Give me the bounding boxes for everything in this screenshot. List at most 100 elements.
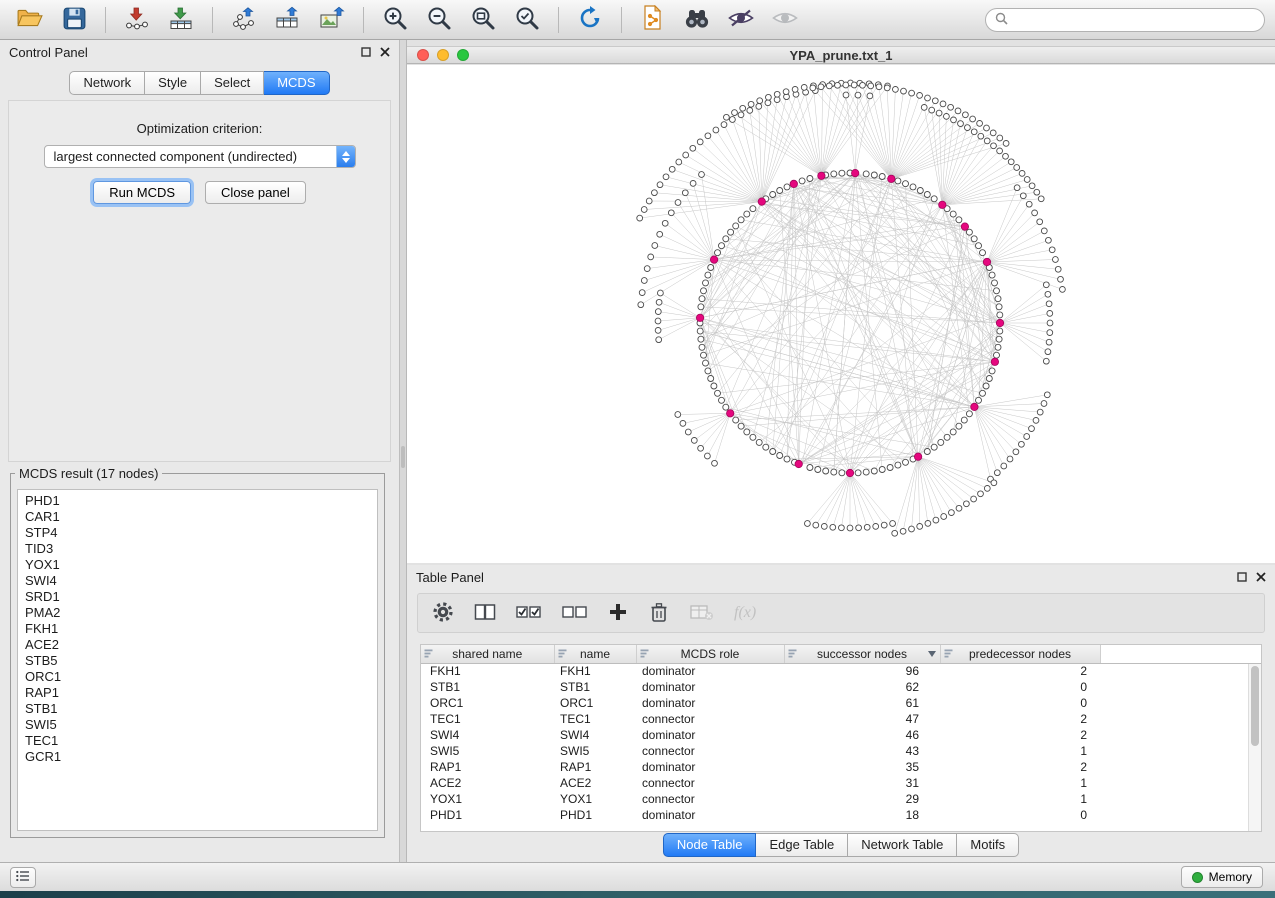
mcds-result-item[interactable]: RAP1 — [25, 685, 370, 701]
mcds-result-item[interactable]: ORC1 — [25, 669, 370, 685]
close-panel-button[interactable]: Close panel — [205, 181, 306, 204]
deselect-all-button[interactable] — [562, 598, 588, 628]
table-scrollbar[interactable] — [1248, 664, 1261, 831]
tab-style[interactable]: Style — [145, 71, 201, 95]
mcds-result-item[interactable]: GCR1 — [25, 749, 370, 765]
function-builder-button[interactable]: f(x) — [734, 598, 756, 628]
control-panel: Control Panel NetworkStyleSelectMCDS Opt… — [0, 40, 400, 862]
criterion-select[interactable]: largest connected component (undirected) — [44, 145, 356, 168]
mcds-result-item[interactable]: PHD1 — [25, 493, 370, 509]
mcds-result-item[interactable]: SRD1 — [25, 589, 370, 605]
table-row[interactable]: FKH1FKH1dominator962 — [421, 663, 1261, 679]
column-header-successor-nodes[interactable]: successor nodes — [784, 645, 940, 663]
mcds-result-list[interactable]: PHD1CAR1STP4TID3YOX1SWI4SRD1PMA2FKH1ACE2… — [17, 489, 378, 831]
close-panel-icon[interactable] — [1256, 572, 1266, 582]
find-button[interactable] — [677, 4, 717, 36]
mcds-result-item[interactable]: SWI5 — [25, 717, 370, 733]
panel-splitter[interactable] — [400, 40, 407, 862]
tab-network-table[interactable]: Network Table — [848, 833, 957, 857]
status-bar: Memory — [0, 862, 1275, 891]
save-session-button[interactable] — [54, 4, 94, 36]
tab-motifs[interactable]: Motifs — [957, 833, 1019, 857]
tab-mcds[interactable]: MCDS — [264, 71, 329, 95]
table-row[interactable]: RAP1RAP1dominator352 — [421, 759, 1261, 775]
memory-button[interactable]: Memory — [1181, 866, 1263, 888]
export-image-button[interactable] — [312, 4, 352, 36]
cell: ORC1 — [421, 695, 554, 711]
criterion-selected-value: largest connected component (undirected) — [54, 149, 298, 164]
delete-table-button[interactable] — [690, 598, 714, 628]
mcds-result-item[interactable]: YOX1 — [25, 557, 370, 573]
run-mcds-button[interactable]: Run MCDS — [93, 181, 191, 204]
scrollbar-thumb[interactable] — [1251, 666, 1259, 746]
attribute-icon — [788, 649, 797, 658]
column-header-filler — [1100, 645, 1261, 663]
cell: connector — [636, 775, 784, 791]
split-panel-button[interactable] — [474, 598, 496, 628]
tab-network[interactable]: Network — [69, 71, 145, 95]
close-panel-icon[interactable] — [380, 47, 390, 57]
export-table-button[interactable] — [268, 4, 308, 36]
table-row[interactable]: TEC1TEC1connector472 — [421, 711, 1261, 727]
tab-select[interactable]: Select — [201, 71, 264, 95]
cell: 43 — [784, 743, 940, 759]
show-panels-menu-button[interactable] — [10, 867, 36, 888]
export-image-icon — [319, 6, 345, 33]
zoom-in-button[interactable] — [375, 4, 415, 36]
column-header-shared-name[interactable]: shared name — [421, 645, 554, 663]
splitter-handle[interactable] — [401, 446, 405, 468]
table-row[interactable]: YOX1YOX1connector291 — [421, 791, 1261, 807]
zoom-selected-button[interactable] — [507, 4, 547, 36]
mcds-result-title: MCDS result (17 nodes) — [15, 466, 162, 481]
apply-layout-button[interactable] — [570, 4, 610, 36]
zoom-fit-button[interactable] — [463, 4, 503, 36]
table-settings-button[interactable] — [432, 598, 454, 628]
cell: 1 — [940, 743, 1100, 759]
mcds-result-item[interactable]: ACE2 — [25, 637, 370, 653]
mcds-result-item[interactable]: TID3 — [25, 541, 370, 557]
mcds-result-item[interactable]: STB5 — [25, 653, 370, 669]
share-document-button[interactable] — [633, 4, 673, 36]
create-column-button[interactable] — [608, 598, 628, 628]
zoom-out-button[interactable] — [419, 4, 459, 36]
column-header-predecessor-nodes[interactable]: predecessor nodes — [940, 645, 1100, 663]
column-header-name[interactable]: name — [554, 645, 636, 663]
mcds-result-item[interactable]: STB1 — [25, 701, 370, 717]
mcds-result-item[interactable]: TEC1 — [25, 733, 370, 749]
export-network-button[interactable] — [224, 4, 264, 36]
cell: 96 — [784, 663, 940, 679]
attribute-icon — [944, 649, 953, 658]
mcds-result-item[interactable]: STP4 — [25, 525, 370, 541]
cell: 61 — [784, 695, 940, 711]
search-input[interactable] — [1013, 13, 1255, 27]
table-row[interactable]: ACE2ACE2connector311 — [421, 775, 1261, 791]
cell-filler — [1100, 759, 1261, 775]
cell: 1 — [940, 775, 1100, 791]
control-panel-title: Control Panel — [9, 45, 88, 60]
import-network-button[interactable] — [117, 4, 157, 36]
column-header-MCDS-role[interactable]: MCDS role — [636, 645, 784, 663]
import-table-button[interactable] — [161, 4, 201, 36]
table-row[interactable]: ORC1ORC1dominator610 — [421, 695, 1261, 711]
mcds-result-item[interactable]: PMA2 — [25, 605, 370, 621]
mcds-result-item[interactable]: FKH1 — [25, 621, 370, 637]
network-canvas[interactable] — [407, 65, 1275, 563]
float-panel-icon[interactable] — [1237, 572, 1247, 582]
table-row[interactable]: SWI4SWI4dominator462 — [421, 727, 1261, 743]
float-panel-icon[interactable] — [361, 47, 371, 57]
eye-slash-icon — [727, 8, 755, 31]
hide-selected-button[interactable] — [721, 4, 761, 36]
select-all-button[interactable] — [516, 598, 542, 628]
table-row[interactable]: SWI5SWI5connector431 — [421, 743, 1261, 759]
show-all-button[interactable] — [765, 4, 805, 36]
table-row[interactable]: STB1STB1dominator620 — [421, 679, 1261, 695]
eye-icon — [771, 8, 799, 31]
delete-column-button[interactable] — [648, 598, 670, 628]
table-tabs: Node TableEdge TableNetwork TableMotifs — [407, 833, 1275, 857]
mcds-result-item[interactable]: SWI4 — [25, 573, 370, 589]
tab-node-table[interactable]: Node Table — [663, 833, 757, 857]
tab-edge-table[interactable]: Edge Table — [756, 833, 848, 857]
mcds-result-item[interactable]: CAR1 — [25, 509, 370, 525]
open-session-button[interactable] — [10, 4, 50, 36]
table-row[interactable]: PHD1PHD1dominator180 — [421, 807, 1261, 823]
